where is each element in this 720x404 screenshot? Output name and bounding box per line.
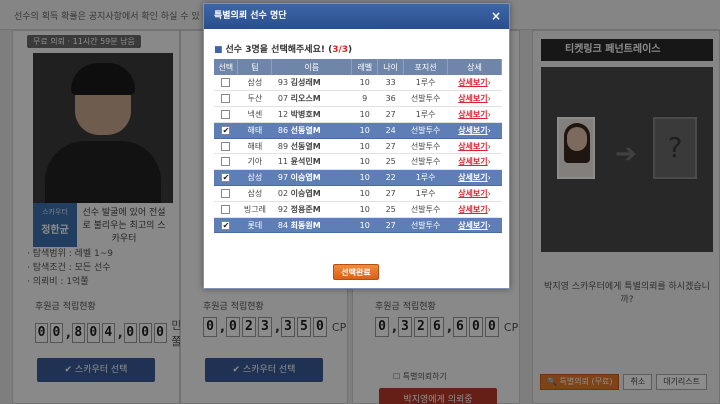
select-checkbox[interactable] [221,204,231,214]
name-cell: 12 박병호M [271,106,352,123]
select-checkbox[interactable] [221,188,231,198]
detail-link[interactable]: 상세보기 [458,78,487,87]
modal-header: 특별의뢰 선수 명단 × [204,4,509,29]
name-cell: 86 선동열M [271,122,352,139]
close-icon[interactable]: × [491,4,501,29]
player-row[interactable]: 두산 07 리오스M 9 36 선발투수 상세보기› [214,90,502,108]
team-cell: 삼성 [237,75,272,92]
col-select: 선택 [214,59,239,75]
position-cell: 선발투수 [403,138,448,155]
team-cell: 넥센 [237,106,272,123]
col-position: 포지션 [403,59,449,75]
confirm-selection-button[interactable]: 선택완료 [333,264,379,280]
level-cell: 9 [351,90,378,108]
team-cell: 삼성 [237,169,272,187]
level-cell: 10 [351,217,378,234]
modal-title: 특별의뢰 선수 명단 [214,11,287,21]
position-cell: 1루수 [403,75,448,92]
name-cell: 92 정용준M [271,201,352,218]
age-cell: 33 [377,75,404,92]
col-name: 이름 [271,59,353,75]
name-cell: 97 이승엽M [271,169,352,187]
detail-link[interactable]: 상세보기 [458,142,487,151]
detail-link[interactable]: 상세보기 [458,94,487,103]
name-cell: 07 리오스M [271,90,352,108]
player-row[interactable]: 삼성 02 이승엽M 10 27 1루수 상세보기› [214,185,502,202]
detail-link[interactable]: 상세보기 [458,173,487,182]
detail-link[interactable]: 상세보기 [458,189,487,198]
team-cell: 두산 [237,90,272,108]
detail-link[interactable]: 상세보기 [458,221,487,230]
position-cell: 선발투수 [403,122,448,139]
select-checkbox[interactable] [221,109,231,119]
age-cell: 27 [377,106,404,123]
name-cell: 89 선동열M [271,138,352,155]
col-age: 나이 [377,59,405,75]
age-cell: 25 [377,201,404,218]
level-cell: 10 [351,122,378,139]
team-cell: 빙그레 [237,201,272,218]
position-cell: 선발투수 [403,90,448,108]
select-checkbox[interactable] [221,157,231,167]
level-cell: 10 [351,153,378,171]
team-cell: 해태 [237,138,272,155]
age-cell: 25 [377,153,404,171]
player-row[interactable]: ✔ 해태 86 선동열M 10 24 선발투수 상세보기› [214,122,502,139]
team-cell: 롯데 [237,217,272,234]
player-row[interactable]: 기아 11 윤석민M 10 25 선발투수 상세보기› [214,153,502,171]
detail-link[interactable]: 상세보기 [458,110,487,119]
select-checkbox[interactable] [221,141,231,151]
name-cell: 11 윤석민M [271,153,352,171]
detail-link[interactable]: 상세보기 [458,205,487,214]
age-cell: 22 [377,169,404,187]
level-cell: 10 [351,185,378,202]
name-cell: 84 최동원M [271,217,352,234]
player-row[interactable]: 삼성 93 김성래M 10 33 1루수 상세보기› [214,75,502,92]
detail-link[interactable]: 상세보기 [458,126,487,135]
level-cell: 10 [351,75,378,92]
name-cell: 02 이승엽M [271,185,352,202]
team-cell: 기아 [237,153,272,171]
detail-link[interactable]: 상세보기 [458,157,487,166]
level-cell: 10 [351,201,378,218]
age-cell: 27 [377,217,404,234]
position-cell: 1루수 [403,169,448,187]
player-row[interactable]: 빙그레 92 정용준M 10 25 선발투수 상세보기› [214,201,502,218]
select-checkbox[interactable] [221,94,231,104]
bullet-icon: ■ [214,45,223,55]
team-cell: 해태 [237,122,272,139]
player-row[interactable]: ✔ 롯데 84 최동원M 10 27 선발투수 상세보기› [214,217,502,234]
position-cell: 선발투수 [403,217,448,234]
col-level: 레벨 [351,59,379,75]
position-cell: 선발투수 [403,201,448,218]
age-cell: 36 [377,90,404,108]
select-checkbox[interactable]: ✔ [221,125,231,135]
selection-count: 3/3 [332,45,349,55]
special-request-player-modal: 특별의뢰 선수 명단 × ■ 선수 3명을 선택해주세요! (3/3) 선택 팀 … [203,3,510,289]
level-cell: 10 [351,169,378,187]
col-detail: 상세 [447,59,502,75]
level-cell: 10 [351,106,378,123]
player-row[interactable]: ✔ 삼성 97 이승엽M 10 22 1루수 상세보기› [214,169,502,187]
age-cell: 24 [377,122,404,139]
position-cell: 선발투수 [403,153,448,171]
col-team: 팀 [237,59,273,75]
select-checkbox[interactable]: ✔ [221,173,231,183]
age-cell: 27 [377,138,404,155]
player-row[interactable]: 넥센 12 박병호M 10 27 1루수 상세보기› [214,106,502,123]
player-table: 선택 팀 이름 레벨 나이 포지션 상세 삼성 93 김성래M 10 33 1루수 상세보… [214,59,502,234]
level-cell: 10 [351,138,378,155]
modal-subtitle: ■ 선수 3명을 선택해주세요! (3/3) [214,45,353,55]
age-cell: 27 [377,185,404,202]
name-cell: 93 김성래M [271,75,352,92]
player-row[interactable]: 해태 89 선동열M 10 27 선발투수 상세보기› [214,138,502,155]
team-cell: 삼성 [237,185,272,202]
position-cell: 1루수 [403,106,448,123]
select-checkbox[interactable] [221,78,231,88]
select-checkbox[interactable]: ✔ [221,220,231,230]
position-cell: 1루수 [403,185,448,202]
